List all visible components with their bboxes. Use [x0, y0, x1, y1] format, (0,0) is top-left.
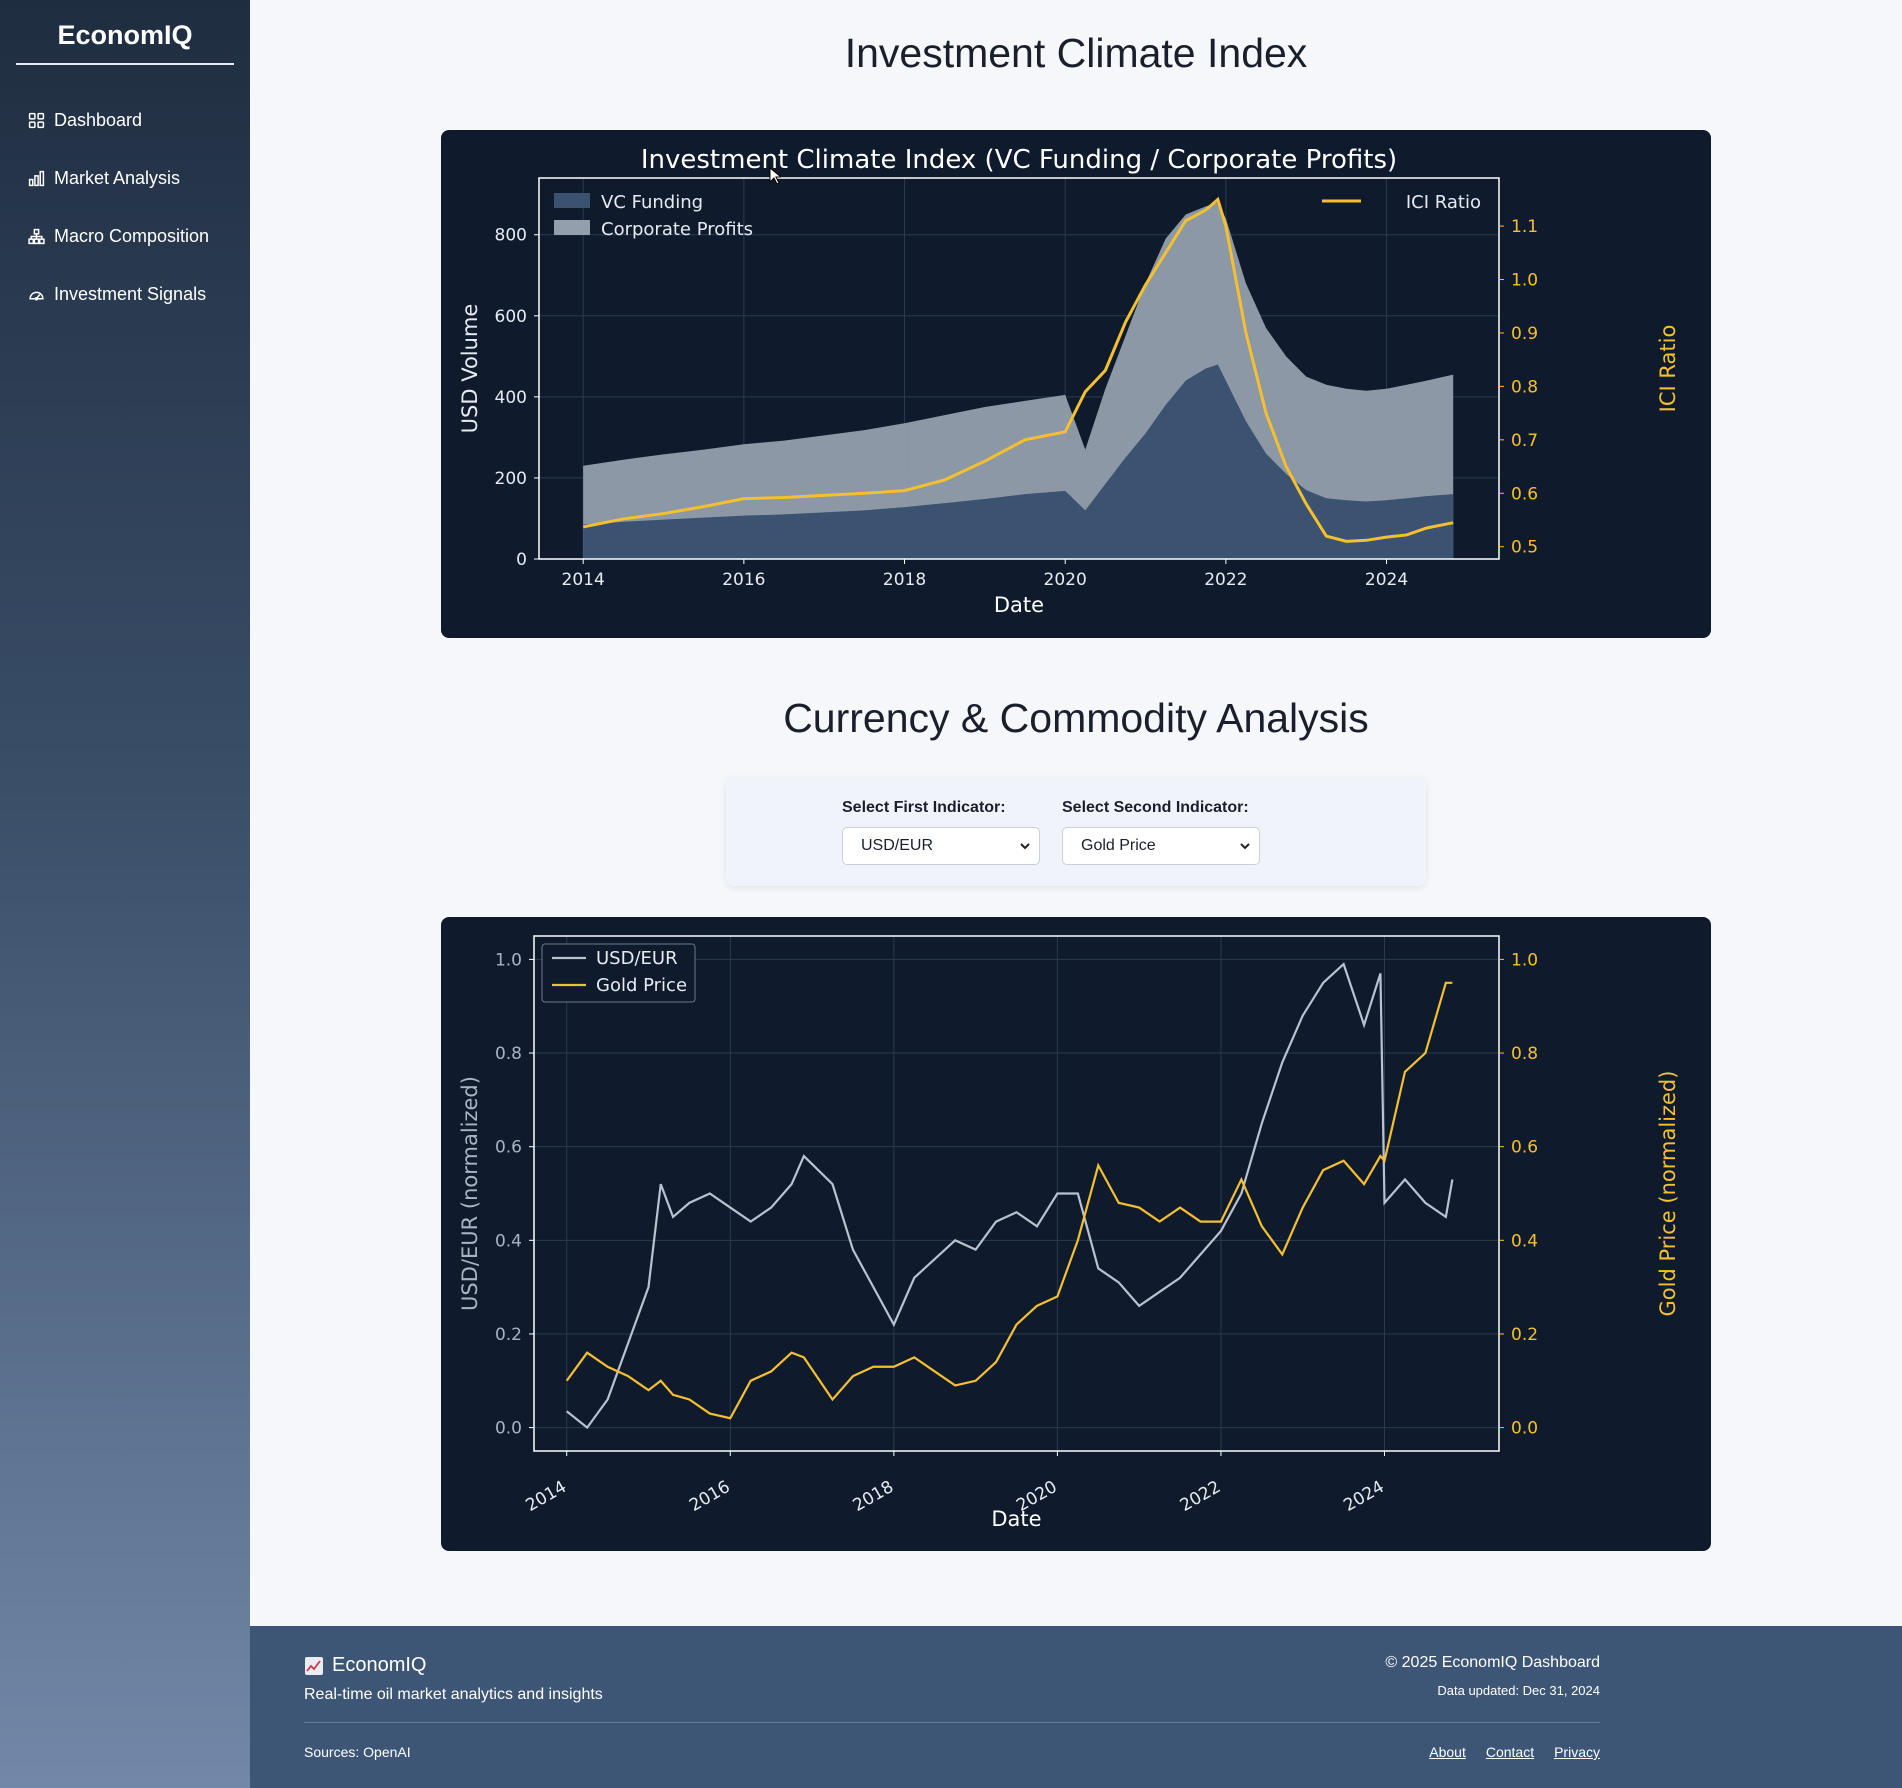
- first-indicator-label: Select First Indicator:: [842, 799, 1006, 816]
- footer-brand: EconomIQ: [304, 1654, 426, 1677]
- y-tick-label: 400: [495, 388, 527, 408]
- y2-tick-label: 0.4: [1511, 1231, 1538, 1251]
- indicator-selector-panel: Select First Indicator: USD/EUR Select S…: [726, 777, 1426, 886]
- x-tick-label: 2014: [523, 1477, 570, 1516]
- y-axis-label: USD Volume: [458, 304, 482, 434]
- footer-link-privacy[interactable]: Privacy: [1554, 1744, 1600, 1760]
- sidebar: EconomIQ Dashboard Market Analysis Macro…: [0, 0, 250, 1788]
- sidebar-item-label: Investment Signals: [54, 283, 207, 304]
- currency-commodity-chart: 2014 2016 2018 2020 2022 20240.00.20.40.60.81…: [458, 935, 1680, 1531]
- second-indicator-select[interactable]: Gold Price: [1062, 827, 1260, 865]
- y-tick-label: 0.0: [495, 1419, 522, 1439]
- ici-chart-card: 2014 2016 2018 2020 2022 2024 0 200 400 600 800 0.5…: [441, 130, 1711, 638]
- y-tick-label: 600: [495, 307, 527, 327]
- section-title: Currency & Commodity Analysis: [783, 695, 1369, 741]
- y-tick-label: 0: [516, 550, 527, 570]
- y2-tick-label: 0.5: [1511, 538, 1538, 558]
- y2-tick-label: 0.8: [1511, 377, 1538, 397]
- y-tick-label: 1.0: [495, 950, 522, 970]
- y2-tick-label: 0.9: [1511, 324, 1538, 344]
- x-tick-label: 2022: [1204, 570, 1247, 590]
- second-indicator-value: Gold Price: [1081, 837, 1156, 854]
- y-tick-label: 0.4: [495, 1231, 522, 1251]
- x-tick-label: 2018: [850, 1477, 897, 1516]
- chart-trend-icon: [305, 1656, 323, 1675]
- second-indicator-label: Select Second Indicator:: [1062, 799, 1249, 816]
- sidebar-nav: Dashboard Market Analysis Macro Composit…: [0, 91, 250, 323]
- first-indicator-select[interactable]: USD/EUR: [842, 827, 1040, 865]
- legend-swatch-vc: [554, 193, 590, 208]
- sidebar-item-label: Market Analysis: [54, 167, 181, 188]
- footer-link-contact[interactable]: Contact: [1486, 1744, 1534, 1760]
- legend-label-profits: Corporate Profits: [601, 219, 753, 240]
- x-tick-label: 2016: [686, 1477, 733, 1516]
- x-tick-label: 2022: [1177, 1477, 1224, 1516]
- footer-link-about[interactable]: About: [1429, 1744, 1466, 1760]
- x-tick-label: 2020: [1044, 570, 1087, 590]
- sidebar-item-macro-composition[interactable]: Macro Composition: [0, 207, 250, 265]
- y2-tick-label: 1.0: [1511, 950, 1538, 970]
- sidebar-item-investment-signals[interactable]: Investment Signals: [0, 265, 250, 323]
- y2-axis-label: ICI Ratio: [1656, 325, 1680, 413]
- mouse-cursor-icon: [769, 167, 781, 185]
- x-tick-label: 2024: [1340, 1477, 1387, 1516]
- x-tick-label: 2014: [562, 570, 605, 590]
- second-indicator-group: Select Second Indicator: Gold Price: [1062, 799, 1260, 865]
- y-tick-label: 200: [495, 469, 527, 489]
- ici-chart: 2014 2016 2018 2020 2022 2024 0 200 400 600 800 0.5…: [458, 145, 1680, 617]
- footer-tagline: Real-time oil market analytics and insig…: [304, 1686, 603, 1703]
- sidebar-item-label: Macro Composition: [54, 225, 210, 246]
- y2-tick-label: 0.2: [1511, 1325, 1538, 1345]
- chevron-down-icon: [1240, 843, 1250, 850]
- y-axis-label: USD/EUR (normalized): [458, 1076, 482, 1311]
- sidebar-item-market-analysis[interactable]: Market Analysis: [0, 149, 250, 207]
- legend-label-usd: USD/EUR: [596, 948, 678, 969]
- sidebar-brand: EconomIQ: [57, 20, 193, 50]
- chevron-down-icon: [1020, 843, 1030, 850]
- brand-divider: [16, 63, 234, 65]
- footer-brand-name: EconomIQ: [332, 1654, 427, 1676]
- chart-title: Investment Climate Index (VC Funding / C…: [641, 145, 1397, 175]
- sidebar-item-dashboard[interactable]: Dashboard: [0, 91, 250, 149]
- footer-links: About Contact Privacy: [1429, 1744, 1600, 1760]
- footer: EconomIQ Real-time oil market analytics …: [250, 1626, 1902, 1788]
- x-axis-label: Date: [994, 593, 1044, 617]
- first-indicator-group: Select First Indicator: USD/EUR: [842, 799, 1040, 865]
- y2-tick-label: 0.6: [1511, 484, 1538, 504]
- x-tick-label: 2018: [883, 570, 926, 590]
- bar-chart-icon: [28, 170, 45, 186]
- y2-axis-label: Gold Price (normalized): [1656, 1071, 1680, 1317]
- hierarchy-icon: [28, 228, 45, 244]
- gauge-icon: [29, 291, 44, 300]
- y-tick-label: 0.6: [495, 1138, 522, 1158]
- x-tick-label: 2016: [722, 570, 765, 590]
- page-title: Investment Climate Index: [844, 30, 1308, 76]
- legend-swatch-profits: [554, 220, 590, 235]
- footer-copyright: © 2025 EconomIQ Dashboard: [1385, 1654, 1600, 1671]
- y2-tick-label: 0.0: [1511, 1419, 1538, 1439]
- plot-area: [534, 936, 1499, 1451]
- y2-tick-label: 0.7: [1511, 431, 1538, 451]
- main-content: Investment Climate Index 2014 2016 2018 202…: [250, 0, 1902, 1626]
- y2-tick-label: 0.6: [1511, 1138, 1538, 1158]
- y2-tick-label: 1.1: [1511, 217, 1538, 237]
- x-axis-label: Date: [991, 1507, 1041, 1531]
- y-tick-label: 0.8: [495, 1044, 522, 1064]
- currency-commodity-chart-card: 2014 2016 2018 2020 2022 2024 0.0 0.2 0.4 0.6 0.8 1…: [441, 917, 1711, 1551]
- legend-label-gold: Gold Price: [596, 975, 687, 996]
- footer-updated: Data updated: Dec 31, 2024: [1437, 1683, 1600, 1698]
- y-tick-label: 800: [495, 226, 527, 246]
- sidebar-item-label: Dashboard: [54, 109, 143, 130]
- footer-sources: Sources: OpenAI: [304, 1744, 411, 1760]
- legend-label-ici: ICI Ratio: [1406, 192, 1481, 213]
- grid-icon: [28, 112, 45, 128]
- y-tick-label: 0.2: [495, 1325, 522, 1345]
- first-indicator-value: USD/EUR: [861, 837, 934, 854]
- legend-label-vc: VC Funding: [601, 192, 703, 213]
- y2-tick-label: 1.0: [1511, 271, 1538, 291]
- y2-tick-label: 0.8: [1511, 1044, 1538, 1064]
- footer-divider: [304, 1722, 1600, 1723]
- x-tick-label: 2024: [1365, 570, 1408, 590]
